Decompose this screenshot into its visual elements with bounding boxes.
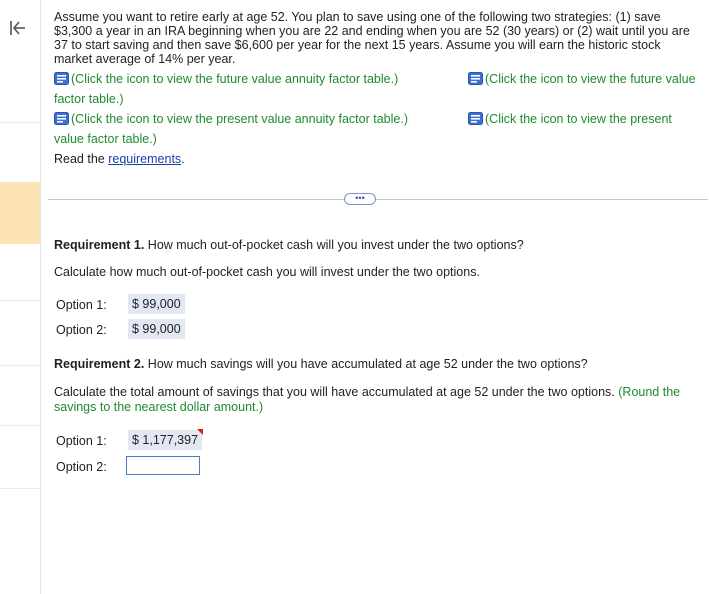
- fv-table-link[interactable]: (Click the icon to view the future value: [468, 72, 696, 86]
- requirement-2-instruction: Calculate the total amount of savings th…: [54, 385, 681, 414]
- fv-annuity-table-link[interactable]: (Click the icon to view the future value…: [54, 72, 398, 86]
- left-rail: [0, 0, 41, 594]
- rail-divider: [0, 488, 40, 489]
- option-2-label: Option 2:: [56, 323, 107, 337]
- fv-table-link-continued[interactable]: factor table.): [54, 92, 702, 112]
- req2-option-2-input[interactable]: [126, 456, 200, 475]
- problem-intro: Assume you want to retire early at age 5…: [54, 10, 690, 66]
- collapse-left-icon[interactable]: [8, 18, 28, 38]
- req2-option-1-answer[interactable]: $ 1,177,397: [128, 429, 204, 450]
- problem-statement: Assume you want to retire early at age 5…: [54, 10, 702, 166]
- req1-option-1-answer[interactable]: $ 99,000: [128, 294, 185, 314]
- option-1-label: Option 1:: [56, 434, 107, 448]
- expand-more-button[interactable]: •••: [344, 193, 376, 205]
- pv-annuity-table-link[interactable]: (Click the icon to view the present valu…: [54, 112, 408, 126]
- book-icon[interactable]: [468, 72, 483, 85]
- rail-divider: [0, 300, 40, 301]
- requirement-1-heading: Requirement 1. How much out-of-pocket ca…: [54, 238, 524, 252]
- section-divider: •••: [48, 193, 708, 205]
- option-2-label: Option 2:: [56, 460, 107, 474]
- book-icon[interactable]: [54, 112, 69, 125]
- pv-table-link[interactable]: (Click the icon to view the present: [468, 112, 672, 126]
- requirement-1-instruction: Calculate how much out-of-pocket cash yo…: [54, 265, 480, 279]
- book-icon[interactable]: [468, 112, 483, 125]
- pv-table-link-continued[interactable]: value factor table.): [54, 132, 702, 152]
- table-links-row-1: (Click the icon to view the future value…: [54, 72, 702, 92]
- table-links-row-2: (Click the icon to view the present valu…: [54, 112, 702, 132]
- rail-active-marker: [0, 182, 40, 244]
- requirement-2-heading: Requirement 2. How much savings will you…: [54, 357, 588, 371]
- book-icon[interactable]: [54, 72, 69, 85]
- rail-divider: [0, 425, 40, 426]
- rail-divider: [0, 365, 40, 366]
- req1-option-2-answer[interactable]: $ 99,000: [128, 319, 185, 339]
- rail-divider: [0, 122, 40, 123]
- requirements-link[interactable]: requirements: [108, 152, 181, 166]
- read-requirements: Read the requirements.: [54, 152, 185, 166]
- option-1-label: Option 1:: [56, 298, 107, 312]
- incorrect-flag-icon: [197, 429, 204, 435]
